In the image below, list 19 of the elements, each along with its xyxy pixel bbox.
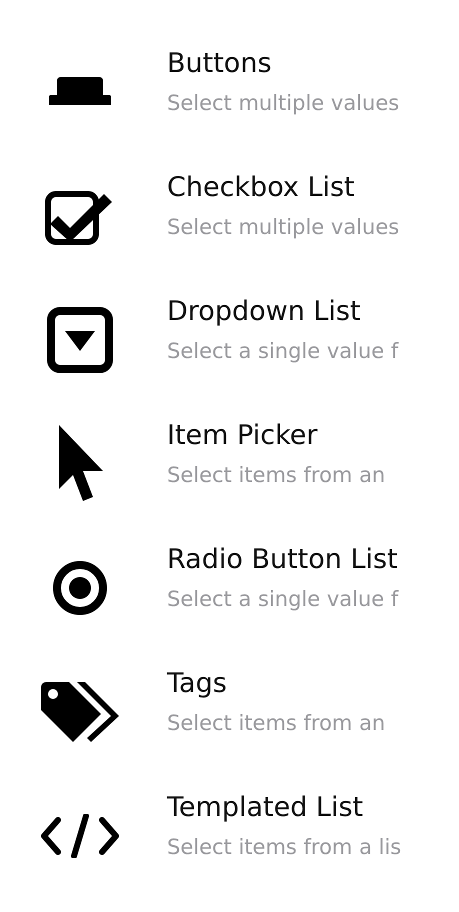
item-description: Select multiple values: [167, 90, 400, 117]
dropdown-icon: [46, 307, 112, 373]
tags-icon: [38, 680, 120, 744]
item-description: Select items from a lis: [167, 834, 402, 861]
item-title[interactable]: Checkbox List: [167, 171, 400, 205]
item-title[interactable]: Radio Button List: [167, 543, 398, 577]
item-title[interactable]: Buttons: [167, 47, 400, 81]
button-icon: [46, 77, 112, 107]
radio-icon: [52, 560, 108, 616]
item-description: Select items from an: [167, 710, 386, 737]
item-description: Select a single value f: [167, 586, 398, 613]
code-icon: [40, 814, 120, 858]
item-title[interactable]: Templated List: [167, 791, 402, 825]
item-title[interactable]: Tags: [167, 667, 386, 701]
item-description: Select items from an: [167, 462, 386, 489]
item-description: Select multiple values: [167, 214, 400, 241]
item-description: Select a single value f: [167, 338, 398, 365]
item-title[interactable]: Dropdown List: [167, 295, 398, 329]
item-title[interactable]: Item Picker: [167, 419, 386, 453]
